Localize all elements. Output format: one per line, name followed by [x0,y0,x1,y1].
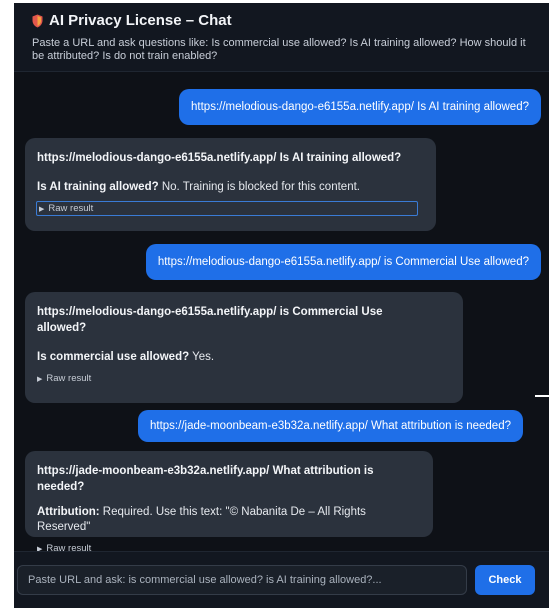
raw-result-label: Raw result [46,373,92,384]
page-subtitle: Paste a URL and ask questions like: Is c… [32,37,526,62]
message-composer: Check [14,551,549,608]
answer-label: Attribution: [37,506,100,518]
chat-header: AI Privacy License – Chat Paste a URL an… [14,3,549,72]
answer-text: Yes. [189,351,215,363]
user-message: https://melodious-dango-e6155a.netlify.a… [179,89,541,125]
title-text: AI Privacy License – Chat [49,12,232,29]
message-list: https://melodious-dango-e6155a.netlify.a… [14,72,549,554]
user-message: https://melodious-dango-e6155a.netlify.a… [145,244,541,280]
disclosure-triangle-icon: ▶ [39,205,45,213]
page-title: AI Privacy License – Chat [32,12,232,29]
bot-question: https://melodious-dango-e6155a.netlify.a… [37,152,402,164]
answer-label: Is AI training allowed? [37,181,159,193]
answer-label: Is commercial use allowed? [37,351,190,363]
bot-message: https://melodious-dango-e6155a.netlify.a… [25,292,463,403]
raw-result-toggle[interactable]: ▶ Raw result [36,201,418,216]
user-message: https://jade-moonbeam-e3b32a.netlify.app… [138,410,523,442]
disclosure-triangle-icon: ▶ [37,375,43,383]
raw-result-toggle[interactable]: ▶ Raw result [37,371,451,386]
bot-message: https://melodious-dango-e6155a.netlify.a… [25,138,436,231]
bot-answer: Is commercial use allowed? Yes. [37,350,451,365]
bot-question: https://melodious-dango-e6155a.netlify.a… [37,306,383,334]
bot-answer: Is AI training allowed? No. Training is … [37,180,424,195]
url-question-input[interactable] [17,565,467,595]
bot-answer: Attribution: Required. Use this text: "©… [37,505,421,535]
bot-message: https://jade-moonbeam-e3b32a.netlify.app… [25,451,433,554]
screenshot-seam [535,395,549,397]
shield-icon [32,14,43,28]
raw-result-label: Raw result [48,203,94,214]
bot-question: https://jade-moonbeam-e3b32a.netlify.app… [37,465,374,493]
check-button[interactable]: Check [475,565,535,595]
answer-text: No. Training is blocked for this content… [158,181,360,193]
chat-window: AI Privacy License – Chat Paste a URL an… [14,3,549,608]
